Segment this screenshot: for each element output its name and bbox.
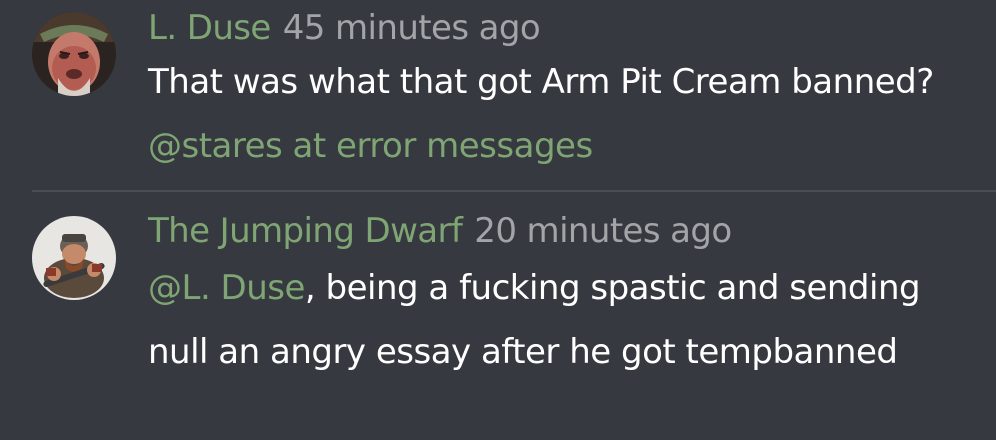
user-avatar-icon — [32, 12, 116, 96]
comment-thread: L. Duse 45 minutes ago That was what that… — [0, 0, 996, 440]
user-avatar-icon — [32, 216, 116, 300]
comment-timestamp[interactable]: 20 minutes ago — [474, 211, 732, 251]
user-mention[interactable]: @L. Duse — [148, 268, 305, 308]
comment-text: That was what that got Arm Pit Cream ban… — [148, 62, 934, 102]
comment-divider — [32, 190, 996, 192]
comment-body: @L. Duse, being a fucking spastic and se… — [148, 256, 968, 384]
user-avatar[interactable] — [32, 216, 116, 300]
comment-timestamp[interactable]: 45 minutes ago — [283, 8, 541, 48]
comment-header: L. Duse 45 minutes ago — [148, 8, 541, 48]
comment-body: That was what that got Arm Pit Cream ban… — [148, 50, 968, 178]
comment-header: The Jumping Dwarf 20 minutes ago — [148, 211, 732, 251]
user-mention[interactable]: @stares at error messages — [148, 126, 593, 166]
author-name[interactable]: The Jumping Dwarf — [148, 211, 463, 251]
author-name[interactable]: L. Duse — [148, 8, 271, 48]
user-avatar[interactable] — [32, 12, 116, 96]
